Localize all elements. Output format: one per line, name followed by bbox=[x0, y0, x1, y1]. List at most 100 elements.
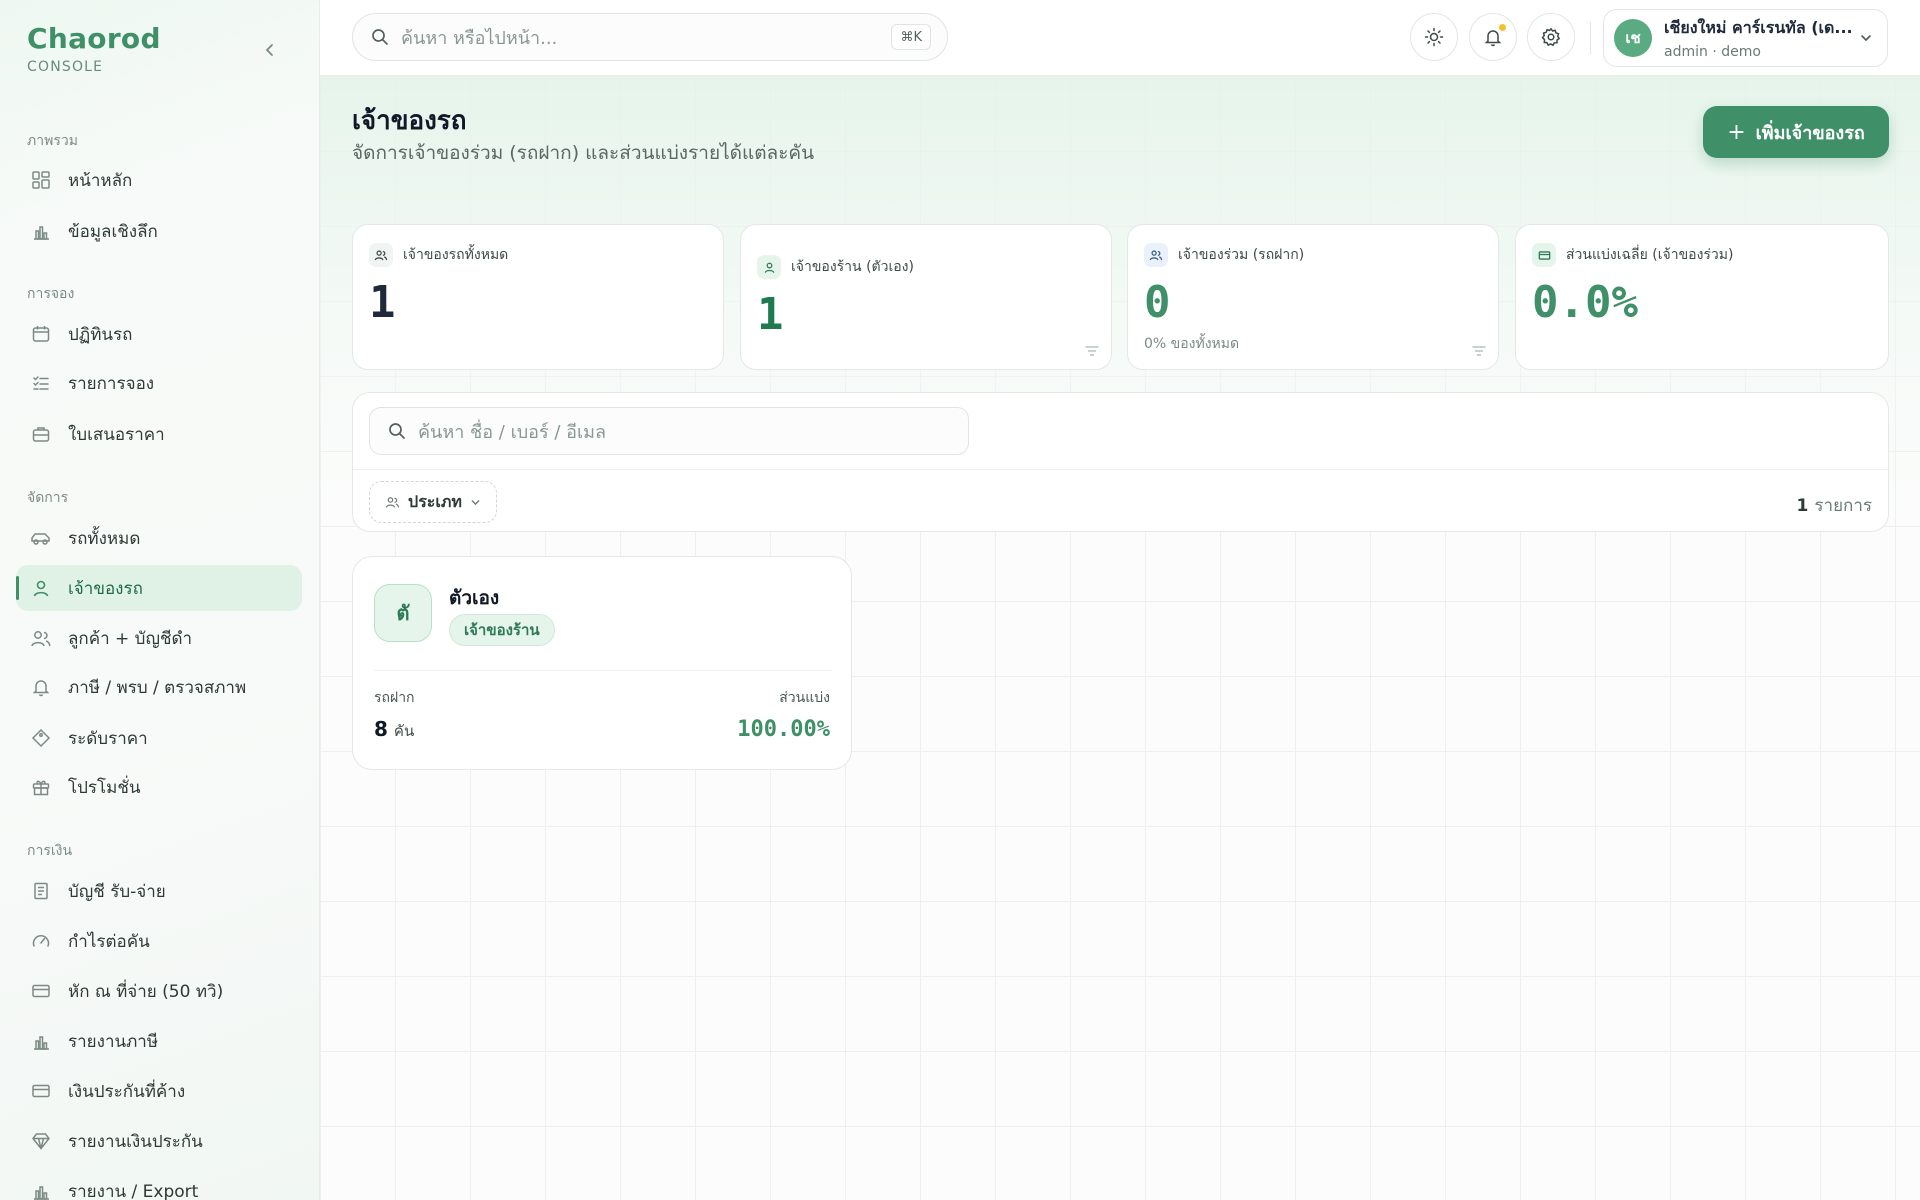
sidebar-item-home[interactable]: หน้าหลัก bbox=[16, 157, 302, 203]
topbar-divider bbox=[1590, 22, 1591, 54]
sidebar-item-label: เงินประกันที่ค้าง bbox=[68, 1081, 186, 1102]
chart-icon bbox=[30, 220, 52, 242]
bell-icon bbox=[30, 676, 52, 698]
filter-icon[interactable] bbox=[1085, 345, 1099, 357]
theme-toggle-button[interactable] bbox=[1410, 13, 1458, 61]
nav-section-finance: การเงิน bbox=[27, 843, 73, 859]
chevron-left-icon bbox=[265, 44, 273, 56]
add-owner-label: เพิ่มเจ้าของรถ bbox=[1755, 122, 1865, 144]
topbar: ค้นหา หรือไปหน้า... ⌘K เช เชียงใหม่ คาร์… bbox=[320, 0, 1920, 76]
settings-button[interactable] bbox=[1527, 13, 1575, 61]
sidebar-item-label: รายงานภาษี bbox=[68, 1031, 159, 1052]
sidebar-item-insights[interactable]: ข้อมูลเชิงลึก bbox=[16, 208, 302, 254]
sidebar-item-tax-report[interactable]: รายงานภาษี bbox=[16, 1018, 302, 1064]
notification-dot bbox=[1498, 23, 1507, 32]
owner-search-input[interactable]: ค้นหา ชื่อ / เบอร์ / อีเมล bbox=[369, 407, 969, 455]
gauge-icon bbox=[30, 930, 52, 952]
users-icon bbox=[30, 627, 52, 649]
sidebar-item-pending-deposits[interactable]: เงินประกันที่ค้าง bbox=[16, 1068, 302, 1114]
sidebar-item-label: ปฏิทินรถ bbox=[68, 324, 133, 345]
stat-card-avg-share: ส่วนแบ่งเฉลี่ย (เจ้าของร่วม) 0.0% bbox=[1515, 224, 1889, 370]
sidebar-item-label: ภาษี / พรบ / ตรวจสภาพ bbox=[68, 677, 247, 698]
plus-icon: + bbox=[1727, 119, 1746, 145]
chart-icon bbox=[30, 1030, 52, 1052]
sidebar-item-all-cars[interactable]: รถทั้งหมด bbox=[16, 515, 302, 561]
sidebar-item-reports-export[interactable]: รายงาน / Export bbox=[16, 1168, 302, 1200]
owner-share-value: 100.00% bbox=[737, 717, 830, 742]
sidebar-item-withholding-tax[interactable]: หัก ณ ที่จ่าย (50 ทวิ) bbox=[16, 968, 302, 1014]
users-icon bbox=[385, 495, 400, 509]
search-icon bbox=[371, 28, 389, 46]
sidebar-item-deposit-report[interactable]: รายงานเงินประกัน bbox=[16, 1118, 302, 1164]
avatar: เช bbox=[1614, 19, 1652, 57]
sidebar-item-label: ใบเสนอราคา bbox=[68, 424, 165, 445]
user-icon bbox=[30, 577, 52, 599]
owner-search-placeholder: ค้นหา ชื่อ / เบอร์ / อีเมล bbox=[418, 421, 606, 443]
brand-logo[interactable]: Chaorod CONSOLE bbox=[27, 22, 161, 75]
page-title: เจ้าของรถ bbox=[352, 106, 467, 136]
result-count-unit: รายการ bbox=[1814, 496, 1872, 516]
car-icon bbox=[30, 527, 52, 549]
stat-label: เจ้าของรถทั้งหมด bbox=[403, 247, 509, 263]
sidebar-item-quotations[interactable]: ใบเสนอราคา bbox=[16, 411, 302, 457]
owner-cars-unit: คัน bbox=[393, 722, 415, 740]
sidebar-item-bookings[interactable]: รายการจอง bbox=[16, 360, 302, 406]
stat-foot: 0% ของทั้งหมด bbox=[1144, 336, 1240, 352]
stat-card-shop-owners: เจ้าของร้าน (ตัวเอง) 1 bbox=[740, 224, 1112, 370]
global-search-placeholder: ค้นหา หรือไปหน้า... bbox=[401, 27, 558, 49]
stat-value: 1 bbox=[369, 277, 396, 328]
sidebar: Chaorod CONSOLE ภาพรวม หน้าหลัก ข้อมูลเช… bbox=[0, 0, 320, 1200]
add-owner-button[interactable]: + เพิ่มเจ้าของรถ bbox=[1703, 106, 1889, 158]
sidebar-item-price-tiers[interactable]: ระดับราคา bbox=[16, 715, 302, 761]
sidebar-item-customers-blacklist[interactable]: ลูกค้า + บัญชีดำ bbox=[16, 615, 302, 661]
sidebar-item-promotions[interactable]: โปรโมชั่น bbox=[16, 764, 302, 810]
stat-label: ส่วนแบ่งเฉลี่ย (เจ้าของร่วม) bbox=[1566, 247, 1734, 263]
type-filter-dropdown[interactable]: ประเภท bbox=[369, 481, 497, 523]
result-count-number: 1 bbox=[1796, 496, 1809, 516]
collapse-sidebar-button[interactable] bbox=[256, 36, 284, 64]
sidebar-item-label: หัก ณ ที่จ่าย (50 ทวิ) bbox=[68, 981, 224, 1002]
sidebar-item-label: หน้าหลัก bbox=[68, 170, 133, 191]
global-search-input[interactable]: ค้นหา หรือไปหน้า... ⌘K bbox=[352, 13, 948, 61]
tag-icon bbox=[30, 727, 52, 749]
sidebar-item-label: รายการจอง bbox=[68, 373, 155, 394]
owner-avatar: ตั bbox=[374, 584, 432, 642]
card-icon bbox=[1532, 243, 1556, 267]
sidebar-item-label: รายงานเงินประกัน bbox=[68, 1131, 203, 1152]
nav-section-manage: จัดการ bbox=[27, 490, 69, 506]
user-menu[interactable]: เช เชียงใหม่ คาร์เรนทัล (เด... admin · d… bbox=[1603, 9, 1888, 67]
sidebar-item-car-owners[interactable]: เจ้าของรถ bbox=[16, 565, 302, 611]
user-name: เชียงใหม่ คาร์เรนทัล (เด... bbox=[1664, 18, 1853, 37]
chevron-down-icon bbox=[1859, 31, 1873, 45]
list-icon bbox=[30, 372, 52, 394]
sidebar-item-label: รถทั้งหมด bbox=[68, 528, 141, 549]
owner-name: ตัวเอง bbox=[449, 587, 500, 609]
stat-label: เจ้าของร่วม (รถฝาก) bbox=[1178, 247, 1305, 263]
filter-divider bbox=[353, 469, 1888, 470]
sidebar-item-tax-insurance-inspection[interactable]: ภาษี / พรบ / ตรวจสภาพ bbox=[16, 664, 302, 710]
sidebar-item-accounts[interactable]: บัญชี รับ-จ่าย bbox=[16, 868, 302, 914]
sidebar-item-profit-per-car[interactable]: กำไรต่อคัน bbox=[16, 918, 302, 964]
owner-card[interactable]: ตั ตัวเอง เจ้าของร้าน รถฝาก ส่วนแบ่ง 8 คั… bbox=[352, 556, 852, 770]
filter-icon[interactable] bbox=[1472, 345, 1486, 357]
sidebar-item-label: ระดับราคา bbox=[68, 728, 148, 749]
brand-name: Chaorod bbox=[27, 22, 161, 55]
receipt-icon bbox=[30, 880, 52, 902]
page-subtitle: จัดการเจ้าของร่วม (รถฝาก) และส่วนแบ่งราย… bbox=[352, 142, 815, 164]
stat-value: 0.0% bbox=[1532, 277, 1638, 328]
sidebar-item-label: โปรโมชั่น bbox=[68, 777, 141, 798]
gear-icon bbox=[1541, 27, 1561, 47]
sun-icon bbox=[1424, 27, 1444, 47]
gift-icon bbox=[30, 776, 52, 798]
sidebar-item-car-calendar[interactable]: ปฏิทินรถ bbox=[16, 311, 302, 357]
sidebar-item-label: บัญชี รับ-จ่าย bbox=[68, 881, 166, 902]
stat-label: เจ้าของร้าน (ตัวเอง) bbox=[791, 259, 914, 275]
search-shortcut-badge: ⌘K bbox=[891, 24, 931, 50]
type-filter-label: ประเภท bbox=[408, 491, 462, 511]
owner-cars-value: 8 คัน bbox=[374, 717, 414, 743]
notifications-button[interactable] bbox=[1469, 13, 1517, 61]
diamond-icon bbox=[30, 1130, 52, 1152]
stat-card-co-owners: เจ้าของร่วม (รถฝาก) 0 0% ของทั้งหมด bbox=[1127, 224, 1499, 370]
search-icon bbox=[388, 422, 406, 440]
main-content: เจ้าของรถ จัดการเจ้าของร่วม (รถฝาก) และส… bbox=[320, 76, 1920, 1200]
